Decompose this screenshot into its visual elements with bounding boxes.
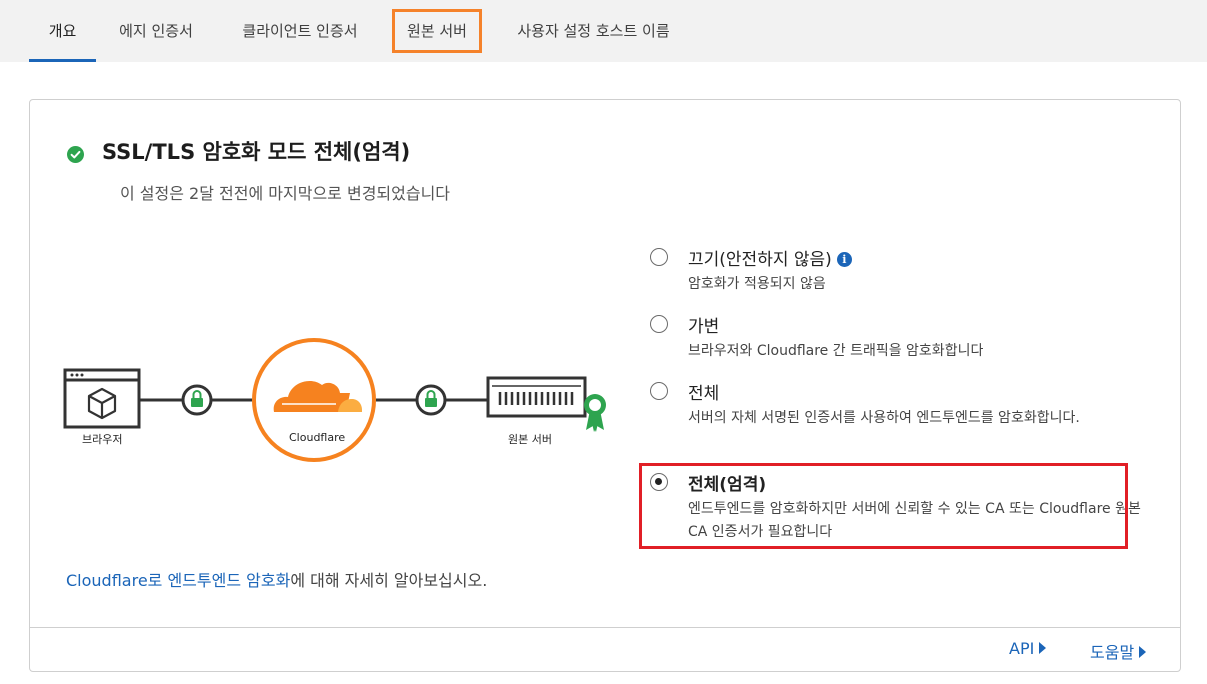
api-link[interactable]: API [1009,639,1047,658]
radio-off[interactable] [650,248,668,266]
browser-label: 브라우저 [82,433,123,446]
option-off-description: 암호화가 적용되지 않음 [688,276,826,292]
triangle-right-icon [1139,646,1147,658]
cloudflare-label: Cloudflare [289,431,346,444]
lock-icon [415,384,447,416]
info-icon[interactable]: i [836,252,852,267]
learn-more-suffix: 에 대해 자세히 알아보십시오. [290,571,488,590]
check-circle-icon [67,146,84,163]
option-full-strict[interactable]: 전체(엄격) 엔드투엔드를 암호화하지만 서버에 신뢰할 수 있는 CA 또는 … [650,470,1150,540]
tab-overview[interactable]: 개요 [29,0,96,62]
card-footer-divider [30,627,1180,628]
tab-client-certificates[interactable]: 클라이언트 인증서 [225,0,375,62]
option-flexible[interactable]: 가변 브라우저와 Cloudflare 간 트래픽을 암호화합니다 [650,312,1150,359]
lock-icon [181,384,213,416]
option-full[interactable]: 전체 서버의 자체 서명된 인증서를 사용하여 엔드투엔드를 암호화합니다. [650,379,1150,447]
radio-full-strict[interactable] [650,473,668,491]
option-flexible-description: 브라우저와 Cloudflare 간 트래픽을 암호화합니다 [688,343,984,359]
tab-custom-hostnames[interactable]: 사용자 설정 호스트 이름 [497,0,690,62]
radio-flexible[interactable] [650,315,668,333]
tab-bar: 개요 에지 인증서 클라이언트 인증서 원본 서버 사용자 설정 호스트 이름 [0,0,1207,62]
option-full-strict-title: 전체(엄격) [688,475,767,495]
tab-edge-certificates[interactable]: 에지 인증서 [104,0,208,62]
card-subtitle: 이 설정은 2달 전전에 마지막으로 변경되었습니다 [120,184,451,203]
triangle-right-icon [1039,642,1047,654]
origin-server-label: 원본 서버 [508,433,552,446]
option-full-description: 서버의 자체 서명된 인증서를 사용하여 엔드투엔드를 암호화합니다. [688,410,1080,426]
option-full-strict-description: 엔드투엔드를 암호화하지만 서버에 신뢰할 수 있는 CA 또는 Cloudfl… [688,501,1141,540]
ssl-tls-card: SSL/TLS 암호화 모드 전체(엄격) 이 설정은 2달 전전에 마지막으로… [29,99,1181,672]
help-link[interactable]: 도움말 [1090,639,1147,663]
learn-more-link[interactable]: Cloudflare로 엔드투엔드 암호화 [66,571,290,590]
tab-origin-server[interactable]: 원본 서버 [395,0,479,62]
radio-full[interactable] [650,382,668,400]
option-off-title: 끄기(안전하지 않음) i [688,245,852,270]
card-title: SSL/TLS 암호화 모드 전체(엄격) [102,140,411,164]
option-full-title: 전체 [688,384,720,404]
encryption-diagram: 브라우저 Cloudflare 원본 서버 [60,330,640,470]
option-off[interactable]: 끄기(안전하지 않음) i 암호화가 적용되지 않음 [650,245,1150,292]
browser-icon [63,368,141,429]
origin-server-icon [486,376,587,418]
option-flexible-title: 가변 [688,317,720,337]
help-link-label: 도움말 [1090,643,1135,662]
api-link-label: API [1009,639,1035,658]
certificate-badge-icon [584,394,606,432]
learn-more-text: Cloudflare로 엔드투엔드 암호화에 대해 자세히 알아보십시오. [66,567,487,591]
